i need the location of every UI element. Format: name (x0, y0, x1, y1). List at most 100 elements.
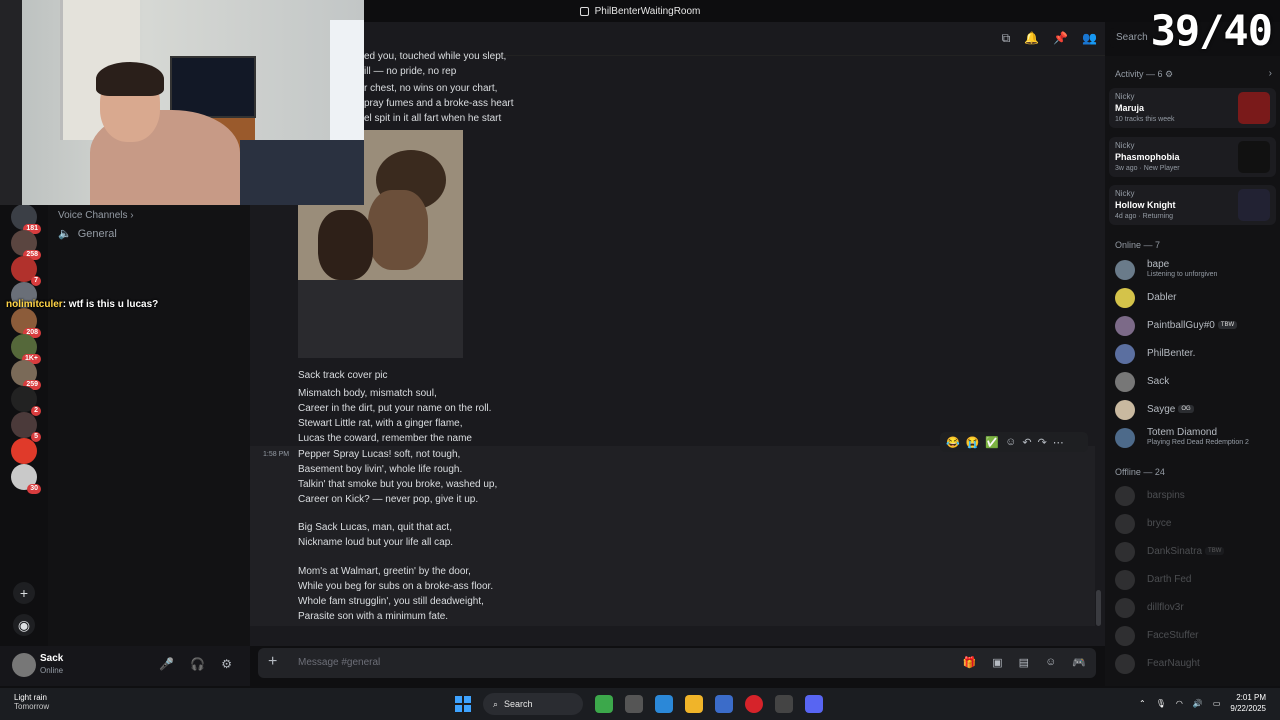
server-icon[interactable]: 208 (11, 308, 41, 338)
chevron-right-icon[interactable]: › (1269, 68, 1272, 79)
voice-channels-header[interactable]: Voice Channels › (58, 210, 134, 221)
app-icon-discord[interactable] (805, 695, 823, 713)
server-icon[interactable]: 1K+ (11, 334, 41, 364)
member-item[interactable]: bape Listening to unforgiven (1115, 258, 1275, 282)
app-icon-taskview[interactable] (625, 695, 643, 713)
app-icon-chrome[interactable] (595, 695, 613, 713)
avatar (1115, 654, 1135, 674)
settings-gear-icon[interactable]: ⚙ (221, 657, 232, 671)
member-name: bape (1147, 259, 1170, 270)
server-icon[interactable]: 7 (11, 256, 41, 286)
member-name: PhilBenter. (1147, 348, 1196, 359)
add-server-button[interactable]: + (13, 582, 35, 604)
gif-icon[interactable]: ▣ (992, 656, 1002, 669)
pin-icon[interactable]: 📌 (1053, 31, 1068, 46)
cry-reaction-icon[interactable]: 😭 (966, 436, 980, 449)
server-icon[interactable]: 5 (11, 412, 41, 442)
avatar[interactable] (12, 653, 36, 677)
member-name: bryce (1147, 518, 1172, 529)
member-item[interactable]: DankSinatra TBW (1115, 540, 1275, 564)
member-item[interactable]: dillflov3r (1115, 596, 1275, 620)
window-title: PhilBenterWaitingRoom (594, 5, 701, 17)
server-icon[interactable]: 258 (11, 230, 41, 260)
volume-icon[interactable]: 🔊 (1193, 699, 1203, 708)
server-icon[interactable]: 30 (11, 464, 41, 494)
activity-card[interactable]: Nicky Hollow Knight 4d ago · Returning (1109, 185, 1276, 225)
activity-user: Nicky (1115, 189, 1135, 198)
weather-widget[interactable]: Light rain Tomorrow (14, 693, 49, 711)
battery-icon[interactable]: ▭ (1213, 699, 1221, 708)
discover-icon[interactable]: ◉ (13, 614, 35, 636)
bell-icon[interactable]: 🔔 (1024, 31, 1039, 46)
message-line: Mom's at Walmart, greetin' by the door, (298, 566, 471, 577)
message-line: pray fumes and a broke-ass heart (364, 98, 514, 109)
activity-card[interactable]: Nicky Phasmophobia 3w ago · New Player (1109, 137, 1276, 177)
member-name: Totem Diamond (1147, 427, 1218, 438)
member-item[interactable]: PaintballGuy#0 TBW (1115, 314, 1275, 338)
member-item[interactable]: Sack (1115, 370, 1275, 394)
member-name: Sayge OG (1147, 404, 1194, 415)
member-item[interactable]: bryce (1115, 512, 1275, 536)
message-line: Whole fam strugglin', you still deadweig… (298, 596, 484, 607)
message-line: Lucas the coward, remember the name (298, 433, 472, 444)
taskbar-search[interactable]: ⌕ Search (483, 693, 583, 715)
message-input[interactable]: Message #general (298, 657, 380, 668)
avatar (1115, 514, 1135, 534)
emoji-icon[interactable]: ☺ (1045, 656, 1056, 669)
member-item[interactable]: Sayge OG (1115, 398, 1275, 422)
app-icon-copilot[interactable] (655, 695, 673, 713)
add-reaction-icon[interactable]: ☺ (1005, 436, 1016, 448)
app-icon-explorer[interactable] (685, 695, 703, 713)
gift-icon[interactable]: 🎁 (963, 656, 977, 669)
mic-icon[interactable]: 🎤 (159, 657, 174, 671)
forward-icon[interactable]: ↷ (1038, 436, 1047, 449)
overlay-counter: 39/40 (1150, 6, 1273, 55)
app-icon-store[interactable] (715, 695, 733, 713)
activity-card[interactable]: Nicky Maruja 10 tracks this week (1109, 88, 1276, 128)
chevron-up-icon[interactable]: ⌃ (1139, 699, 1146, 708)
voice-channel-general[interactable]: 🔈 General (58, 227, 117, 241)
activity-game: Maruja (1115, 103, 1145, 113)
clock[interactable]: 2:01 PM 9/22/2025 (1230, 692, 1266, 714)
server-icon[interactable]: 2 (11, 386, 41, 416)
check-reaction-icon[interactable]: ✅ (985, 436, 999, 449)
start-button[interactable] (455, 696, 471, 712)
member-item[interactable]: PhilBenter. (1115, 342, 1275, 366)
member-item[interactable]: FearNaught (1115, 652, 1275, 676)
chat-scrollbar[interactable] (1096, 590, 1101, 626)
reply-icon[interactable]: ↶ (1022, 436, 1031, 449)
message-timestamp: 1:58 PM (263, 451, 290, 458)
sticker-icon[interactable]: ▤ (1019, 656, 1029, 669)
speaker-icon: 🔈 (58, 228, 72, 240)
message-line: Nickname loud but your life all cap. (298, 537, 454, 548)
attach-plus-icon[interactable]: + (268, 653, 277, 671)
server-icon[interactable]: 259 (11, 360, 41, 390)
wifi-icon[interactable]: ◠ (1176, 699, 1183, 708)
server-icon[interactable]: 181 (11, 204, 41, 234)
os-taskbar: Light rain Tomorrow ⌕ Search ⌃ 🎙 ◠ 🔊 ▭ 2:… (0, 688, 1280, 720)
threads-icon[interactable]: ⧉ (1002, 31, 1011, 46)
message-line: r chest, no wins on your chart, (364, 83, 498, 94)
webcam-overlay (0, 0, 364, 205)
member-item[interactable]: Dabler (1115, 286, 1275, 310)
member-item[interactable]: FaceStuffer (1115, 624, 1275, 648)
headphones-icon[interactable]: 🎧 (190, 657, 205, 671)
member-item[interactable]: Totem Diamond Playing Red Dead Redemption… (1115, 426, 1275, 450)
laugh-reaction-icon[interactable]: 😂 (946, 436, 960, 449)
members-icon[interactable]: 👥 (1082, 31, 1097, 46)
app-icon-opera[interactable] (745, 695, 763, 713)
apps-icon[interactable]: 🎮 (1072, 656, 1086, 669)
user-status: Online (40, 666, 64, 675)
more-icon[interactable]: ⋯ (1053, 436, 1064, 449)
offline-header: Offline — 24 (1115, 467, 1165, 477)
activity-user: Nicky (1115, 141, 1135, 150)
mic-tray-icon[interactable]: 🎙 (1156, 699, 1166, 708)
app-icon-steam[interactable] (775, 695, 793, 713)
member-name: dillflov3r (1147, 602, 1184, 613)
game-thumbnail (1238, 92, 1270, 124)
server-icon[interactable] (11, 438, 37, 464)
member-item[interactable]: Darth Fed (1115, 568, 1275, 592)
message-composer[interactable]: + Message #general 🎁 ▣ ▤ ☺ 🎮 (258, 648, 1096, 678)
avatar (1115, 260, 1135, 280)
member-item[interactable]: barspins (1115, 484, 1275, 508)
